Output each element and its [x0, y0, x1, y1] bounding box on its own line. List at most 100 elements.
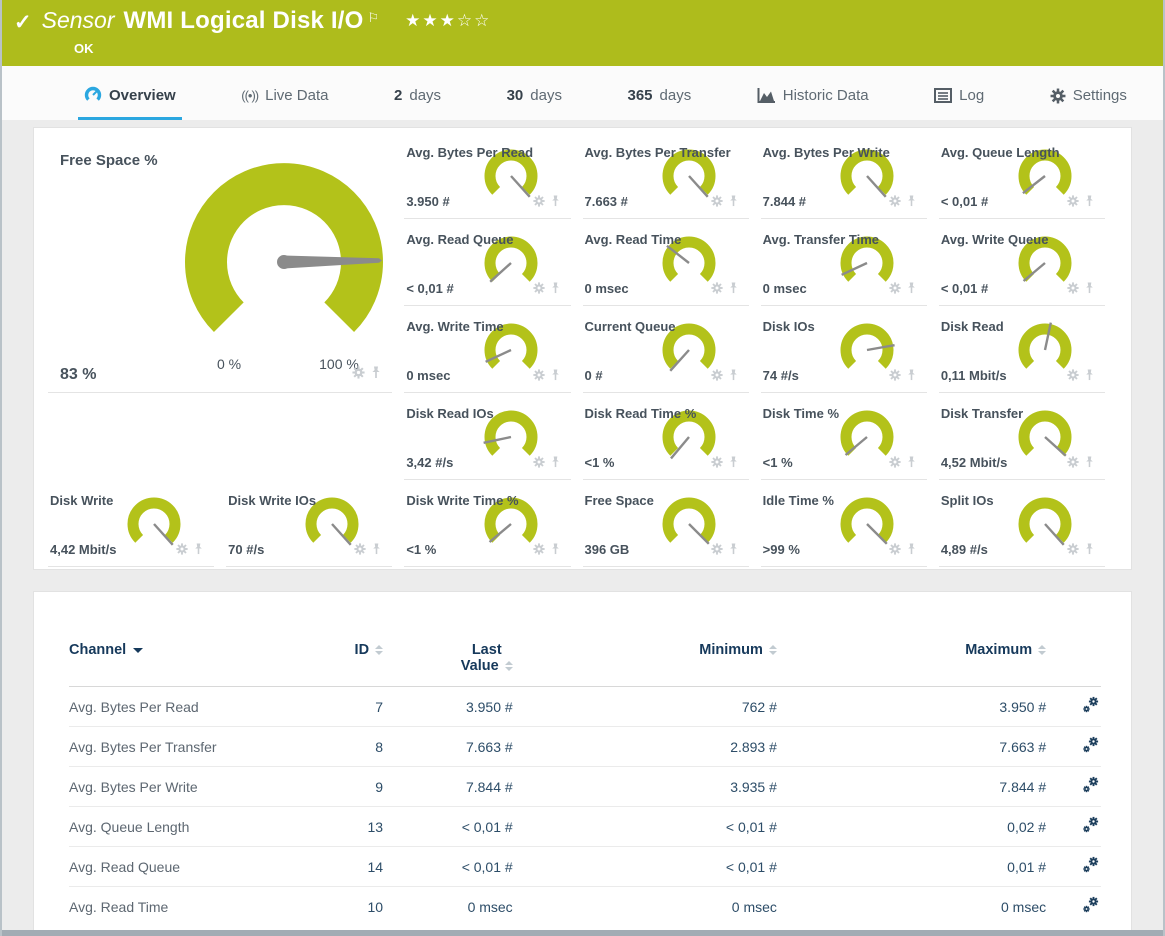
mini-gauge-cell[interactable]: Avg. Read Time 0 msec	[583, 219, 749, 306]
column-header-last-value[interactable]: Last Value	[383, 638, 513, 687]
gauge-settings-gear-icon[interactable]	[889, 455, 901, 473]
mini-gauge-cell[interactable]: Disk Transfer 4,52 Mbit/s	[939, 393, 1105, 480]
gauge-settings-gear-icon[interactable]	[889, 542, 901, 560]
gauge-settings-gear-icon[interactable]	[711, 368, 723, 386]
pin-icon[interactable]	[906, 368, 917, 386]
pin-icon[interactable]	[728, 281, 739, 299]
channel-name-cell[interactable]: Avg. Bytes Per Read	[69, 687, 308, 727]
pin-icon[interactable]	[1084, 281, 1095, 299]
column-header-id[interactable]: ID	[308, 638, 383, 687]
mini-gauge-cell[interactable]: Disk Read IOs 3,42 #/s	[404, 393, 570, 480]
channel-settings-cell[interactable]	[1046, 807, 1101, 847]
pin-icon[interactable]	[728, 194, 739, 212]
double-gear-icon[interactable]	[1081, 855, 1101, 875]
gauge-settings-gear-icon[interactable]	[889, 281, 901, 299]
pin-icon[interactable]	[906, 281, 917, 299]
mini-gauge-cell[interactable]: Free Space 396 GB	[583, 480, 749, 567]
pin-icon[interactable]	[1084, 542, 1095, 560]
priority-flag-icon[interactable]: ⚐	[368, 10, 380, 25]
mini-gauge-cell[interactable]: Disk Write 4,42 Mbit/s	[48, 480, 214, 567]
mini-gauge-cell[interactable]: Disk Read Time % <1 %	[583, 393, 749, 480]
gauge-settings-gear-icon[interactable]	[354, 542, 366, 560]
pin-icon[interactable]	[906, 455, 917, 473]
tab-historic-data[interactable]: Historic Data	[751, 87, 875, 120]
gauge-settings-gear-icon[interactable]	[1067, 368, 1079, 386]
gauge-settings-gear-icon[interactable]	[352, 366, 365, 384]
channel-name-cell[interactable]: Avg. Read Time	[69, 887, 308, 927]
mini-gauge-cell[interactable]: Split IOs 4,89 #/s	[939, 480, 1105, 567]
mini-gauge-cell[interactable]: Disk Read 0,11 Mbit/s	[939, 306, 1105, 393]
pin-icon[interactable]	[370, 366, 382, 384]
gauge-settings-gear-icon[interactable]	[1067, 281, 1079, 299]
mini-gauge-cell[interactable]: Avg. Transfer Time 0 msec	[761, 219, 927, 306]
tab-overview[interactable]: Overview	[78, 86, 182, 120]
mini-gauge-cell[interactable]: Disk Time % <1 %	[761, 393, 927, 480]
mini-gauge-cell[interactable]: Idle Time % >99 %	[761, 480, 927, 567]
double-gear-icon[interactable]	[1081, 775, 1101, 795]
priority-stars[interactable]: ★★★☆☆	[405, 11, 491, 31]
pin-icon[interactable]	[371, 542, 382, 560]
column-header-maximum[interactable]: Maximum	[777, 638, 1046, 687]
mini-gauge-cell[interactable]: Disk Write Time % <1 %	[404, 480, 570, 567]
tab-log[interactable]: Log	[928, 87, 990, 120]
gauge-settings-gear-icon[interactable]	[533, 368, 545, 386]
pin-icon[interactable]	[550, 194, 561, 212]
pin-icon[interactable]	[728, 542, 739, 560]
mini-gauge-cell[interactable]: Avg. Bytes Per Read 3.950 #	[404, 132, 570, 219]
gauge-settings-gear-icon[interactable]	[1067, 542, 1079, 560]
pin-icon[interactable]	[728, 368, 739, 386]
channel-settings-cell[interactable]	[1046, 687, 1101, 727]
tab-365-days[interactable]: 365 days	[622, 87, 698, 120]
pin-icon[interactable]	[728, 455, 739, 473]
gauge-settings-gear-icon[interactable]	[176, 542, 188, 560]
mini-gauge-cell[interactable]: Avg. Bytes Per Transfer 7.663 #	[583, 132, 749, 219]
pin-icon[interactable]	[550, 542, 561, 560]
channel-name-cell[interactable]: Avg. Bytes Per Write	[69, 767, 308, 807]
mini-gauge-cell[interactable]: Current Queue 0 #	[583, 306, 749, 393]
gauge-settings-gear-icon[interactable]	[711, 455, 723, 473]
gauge-settings-gear-icon[interactable]	[889, 194, 901, 212]
tab-settings[interactable]: Settings	[1044, 87, 1133, 120]
big-gauge-free-space-percent[interactable]: Free Space % 0 % 100 % 83 %	[48, 132, 392, 393]
mini-gauge-cell[interactable]: Avg. Queue Length < 0,01 #	[939, 132, 1105, 219]
gauge-settings-gear-icon[interactable]	[1067, 455, 1079, 473]
pin-icon[interactable]	[906, 542, 917, 560]
gauge-settings-gear-icon[interactable]	[889, 368, 901, 386]
gauge-settings-gear-icon[interactable]	[533, 455, 545, 473]
channel-name-cell[interactable]: Avg. Queue Length	[69, 807, 308, 847]
pin-icon[interactable]	[550, 455, 561, 473]
channel-name-cell[interactable]: Avg. Read Queue	[69, 847, 308, 887]
double-gear-icon[interactable]	[1081, 895, 1101, 915]
mini-gauge-cell[interactable]: Avg. Bytes Per Write 7.844 #	[761, 132, 927, 219]
gauge-settings-gear-icon[interactable]	[533, 542, 545, 560]
channel-settings-cell[interactable]	[1046, 887, 1101, 927]
pin-icon[interactable]	[550, 281, 561, 299]
pin-icon[interactable]	[550, 368, 561, 386]
double-gear-icon[interactable]	[1081, 735, 1101, 755]
mini-gauge-cell[interactable]: Disk IOs 74 #/s	[761, 306, 927, 393]
gauge-settings-gear-icon[interactable]	[533, 194, 545, 212]
pin-icon[interactable]	[1084, 368, 1095, 386]
column-header-channel[interactable]: Channel	[69, 638, 308, 687]
gauge-settings-gear-icon[interactable]	[711, 542, 723, 560]
tab-2-days[interactable]: 2 days	[388, 87, 447, 120]
column-header-minimum[interactable]: Minimum	[513, 638, 777, 687]
double-gear-icon[interactable]	[1081, 815, 1101, 835]
mini-gauge-cell[interactable]: Avg. Write Time 0 msec	[404, 306, 570, 393]
tab-30-days[interactable]: 30 days	[501, 87, 568, 120]
gauge-settings-gear-icon[interactable]	[1067, 194, 1079, 212]
pin-icon[interactable]	[906, 194, 917, 212]
gauge-settings-gear-icon[interactable]	[711, 194, 723, 212]
double-gear-icon[interactable]	[1081, 695, 1101, 715]
gauge-settings-gear-icon[interactable]	[533, 281, 545, 299]
mini-gauge-cell[interactable]: Disk Write IOs 70 #/s	[226, 480, 392, 567]
pin-icon[interactable]	[1084, 194, 1095, 212]
mini-gauge-cell[interactable]: Avg. Write Queue < 0,01 #	[939, 219, 1105, 306]
channel-settings-cell[interactable]	[1046, 727, 1101, 767]
channel-settings-cell[interactable]	[1046, 767, 1101, 807]
mini-gauge-cell[interactable]: Avg. Read Queue < 0,01 #	[404, 219, 570, 306]
channel-name-cell[interactable]: Avg. Bytes Per Transfer	[69, 727, 308, 767]
channel-settings-cell[interactable]	[1046, 847, 1101, 887]
tab-live-data[interactable]: ((•)) Live Data	[235, 87, 334, 120]
gauge-settings-gear-icon[interactable]	[711, 281, 723, 299]
